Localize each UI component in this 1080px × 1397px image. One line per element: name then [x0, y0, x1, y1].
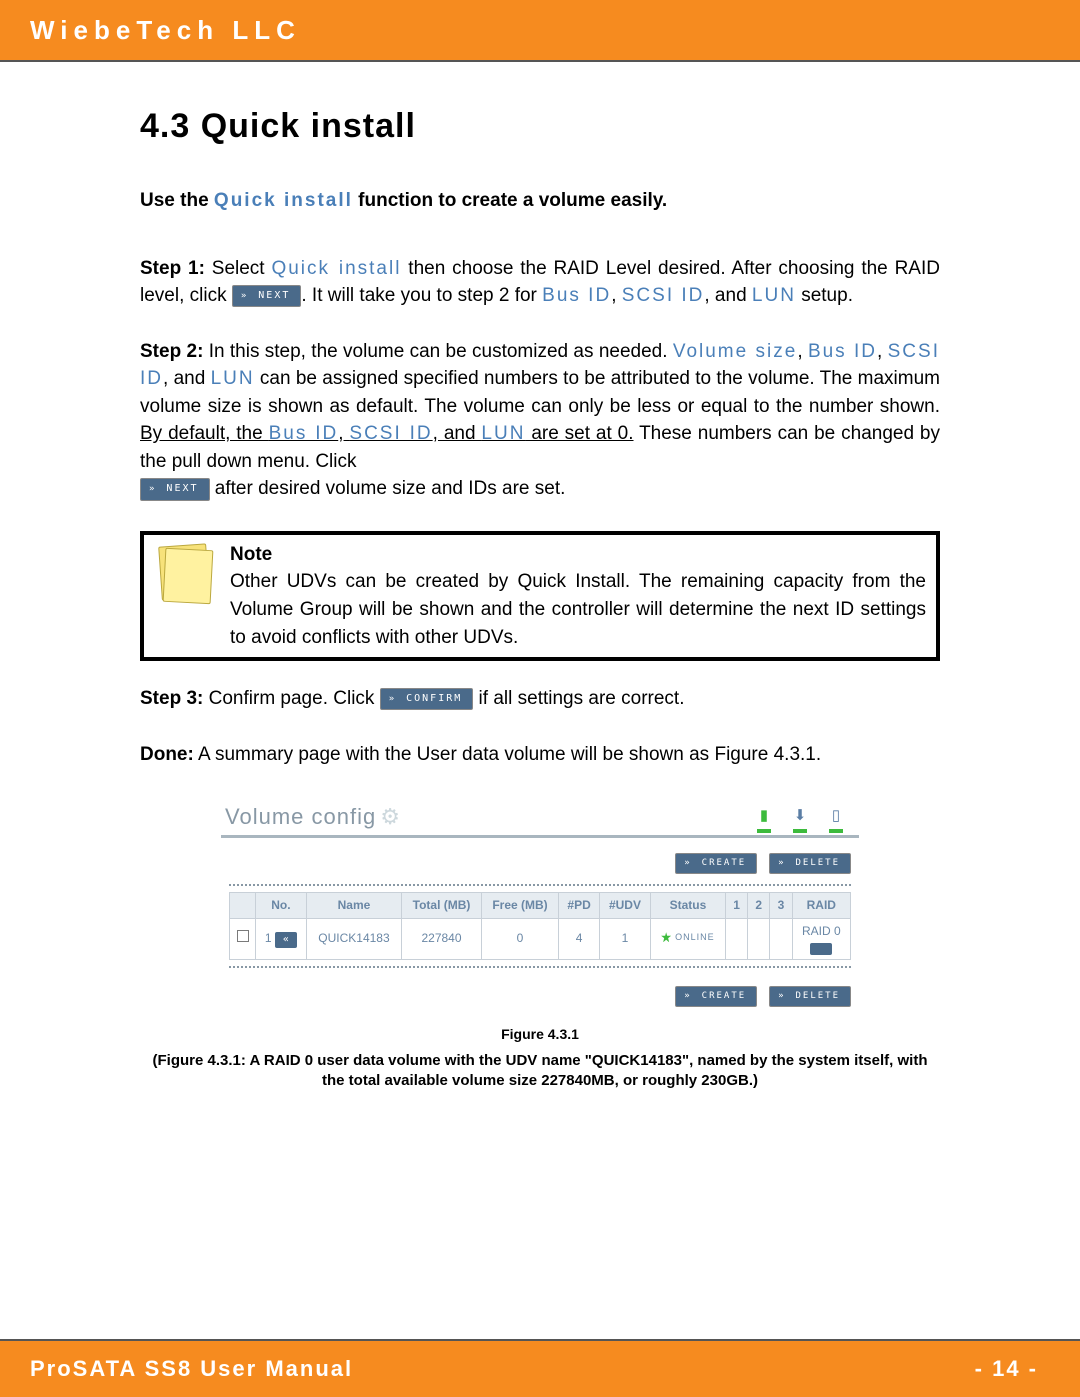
- volume-size-link: Volume size: [673, 341, 798, 362]
- create-button[interactable]: CREATE: [675, 853, 757, 874]
- volume-config-figure: Volume config ⚙ ▮ ⬇ ▯ CREATE DELETE No. …: [220, 796, 860, 1014]
- note-title: Note: [230, 541, 926, 569]
- footer-bar: ProSATA SS8 User Manual - 14 -: [0, 1339, 1080, 1397]
- col-udv: #UDV: [600, 892, 651, 918]
- lun-link: LUN: [211, 368, 255, 389]
- step-3: Step 3: Confirm page. Click CONFIRM if a…: [140, 685, 940, 713]
- volume-config-title: Volume config ⚙: [225, 801, 401, 833]
- done-line: Done: A summary page with the User data …: [140, 741, 940, 769]
- status-indicators: ▮ ⬇ ▯: [757, 805, 855, 833]
- figure-caption: (Figure 4.3.1: A RAID 0 user data volume…: [140, 1051, 940, 1092]
- step-1: Step 1: Select Quick install then choose…: [140, 255, 940, 310]
- col-3: 3: [770, 892, 792, 918]
- quick-install-link: Quick install: [214, 190, 353, 211]
- step-2: Step 2: In this step, the volume can be …: [140, 338, 940, 503]
- cell-free: 0: [481, 919, 558, 959]
- lun-link: LUN: [481, 423, 525, 444]
- col-free: Free (MB): [481, 892, 558, 918]
- col-raid: RAID: [792, 892, 850, 918]
- battery-icon: ▮: [760, 805, 768, 827]
- cell-raid: RAID 0: [802, 923, 841, 940]
- page-content: 4.3 Quick install Use the Quick install …: [0, 62, 1080, 1092]
- volume-table: No. Name Total (MB) Free (MB) #PD #UDV S…: [229, 892, 851, 960]
- col-total: Total (MB): [402, 892, 482, 918]
- confirm-button[interactable]: CONFIRM: [380, 688, 474, 711]
- temperature-icon: ⬇: [794, 805, 807, 827]
- cell-name: QUICK14183: [306, 919, 401, 959]
- note-box: Note Other UDVs can be created by Quick …: [140, 531, 940, 661]
- col-pd: #PD: [559, 892, 600, 918]
- raid-chip-icon: [810, 943, 832, 955]
- col-1: 1: [725, 892, 747, 918]
- lun-link: LUN: [752, 285, 796, 306]
- next-button[interactable]: NEXT: [232, 285, 302, 308]
- header-bar: WiebeTech LLC: [0, 0, 1080, 62]
- section-title: 4.3 Quick install: [140, 102, 940, 151]
- quick-install-link: Quick install: [271, 258, 401, 279]
- scsi-id-link: SCSI ID: [349, 423, 432, 444]
- delete-button[interactable]: DELETE: [769, 853, 851, 874]
- status-online: ONLINE: [661, 931, 715, 944]
- bus-id-link: Bus ID: [269, 423, 339, 444]
- create-button[interactable]: CREATE: [675, 986, 757, 1007]
- row-checkbox[interactable]: [237, 930, 249, 942]
- cell-udv: 1: [600, 919, 651, 959]
- manual-name: ProSATA SS8 User Manual: [30, 1353, 353, 1385]
- bus-id-link: Bus ID: [542, 285, 611, 306]
- cell-total: 227840: [402, 919, 482, 959]
- intro-line: Use the Quick install function to create…: [140, 187, 940, 215]
- note-body: Other UDVs can be created by Quick Insta…: [230, 571, 926, 647]
- table-row: 1 « QUICK14183 227840 0 4 1 ONLINE RAID …: [230, 919, 851, 959]
- col-name: Name: [306, 892, 401, 918]
- company-name: WiebeTech LLC: [30, 15, 301, 45]
- figure-label: Figure 4.3.1: [140, 1024, 940, 1044]
- note-icon: [154, 541, 218, 605]
- next-button[interactable]: NEXT: [140, 478, 210, 501]
- delete-button[interactable]: DELETE: [769, 986, 851, 1007]
- col-2: 2: [748, 892, 770, 918]
- page-number: - 14 -: [975, 1353, 1038, 1385]
- scsi-id-link: SCSI ID: [622, 285, 705, 306]
- col-status: Status: [650, 892, 725, 918]
- bus-id-link: Bus ID: [808, 341, 877, 362]
- table-header-row: No. Name Total (MB) Free (MB) #PD #UDV S…: [230, 892, 851, 918]
- back-button[interactable]: «: [275, 932, 297, 949]
- col-no: No.: [256, 892, 307, 918]
- gear-icon: ⚙: [380, 801, 401, 833]
- drive-icon: ▯: [832, 805, 840, 827]
- cell-pd: 4: [559, 919, 600, 959]
